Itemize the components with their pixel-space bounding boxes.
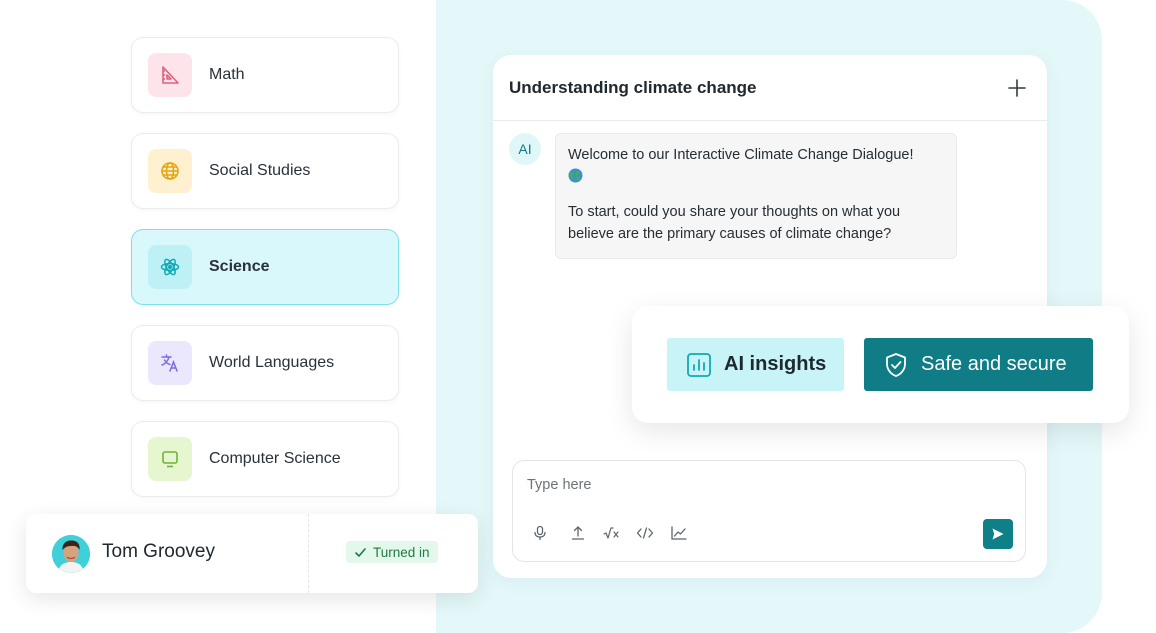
avatar: [52, 535, 90, 573]
ai-insights-label: AI insights: [724, 353, 827, 375]
ai-message-bubble: Welcome to our Interactive Climate Chang…: [555, 133, 957, 259]
message-input[interactable]: [525, 473, 969, 497]
ruler-triangle-icon: [148, 53, 192, 97]
subject-card-computer-science[interactable]: Computer Science: [131, 421, 399, 497]
subject-card-social-studies[interactable]: Social Studies: [131, 133, 399, 209]
subject-card-science[interactable]: Science: [131, 229, 399, 305]
student-submission-card[interactable]: Tom Groovey Turned in: [26, 514, 478, 593]
translate-icon: [148, 341, 192, 385]
code-icon[interactable]: [635, 523, 655, 543]
ai-insights-button[interactable]: AI insights: [667, 338, 844, 391]
message-line: To start, could you share your thoughts …: [568, 204, 901, 242]
line-chart-icon[interactable]: [669, 523, 689, 543]
status-badge: Turned in: [346, 541, 438, 563]
shield-check-icon: [883, 352, 909, 378]
message-composer: [512, 460, 1026, 562]
student-name: Tom Groovey: [102, 541, 215, 562]
atom-icon: [148, 245, 192, 289]
ai-avatar: AI: [509, 133, 541, 165]
safe-secure-button[interactable]: Safe and secure: [864, 338, 1093, 391]
microphone-icon[interactable]: [530, 523, 550, 543]
subject-label: Social Studies: [209, 162, 311, 179]
message-line: Welcome to our Interactive Climate Chang…: [568, 147, 914, 163]
bar-chart-icon: [686, 352, 712, 378]
check-icon: [355, 547, 366, 557]
status-label: Turned in: [373, 544, 430, 560]
chat-header: Understanding climate change: [493, 55, 1047, 121]
plus-icon[interactable]: [1005, 76, 1029, 100]
subject-label: World Languages: [209, 354, 335, 371]
send-icon: [992, 528, 1004, 540]
globe-icon: [148, 149, 192, 193]
square-root-icon[interactable]: [602, 523, 622, 543]
subject-card-math[interactable]: Math: [131, 37, 399, 113]
subject-label: Science: [209, 258, 270, 275]
subject-label: Computer Science: [209, 450, 341, 467]
send-button[interactable]: [983, 519, 1013, 549]
earth-globe-icon: [568, 168, 583, 183]
monitor-icon: [148, 437, 192, 481]
upload-icon[interactable]: [568, 523, 588, 543]
divider: [308, 514, 309, 593]
features-card: AI insights Safe and secure: [632, 306, 1129, 423]
subject-label: Math: [209, 66, 245, 83]
safe-secure-label: Safe and secure: [921, 353, 1067, 375]
chat-title: Understanding climate change: [509, 77, 757, 97]
subject-card-world-languages[interactable]: World Languages: [131, 325, 399, 401]
